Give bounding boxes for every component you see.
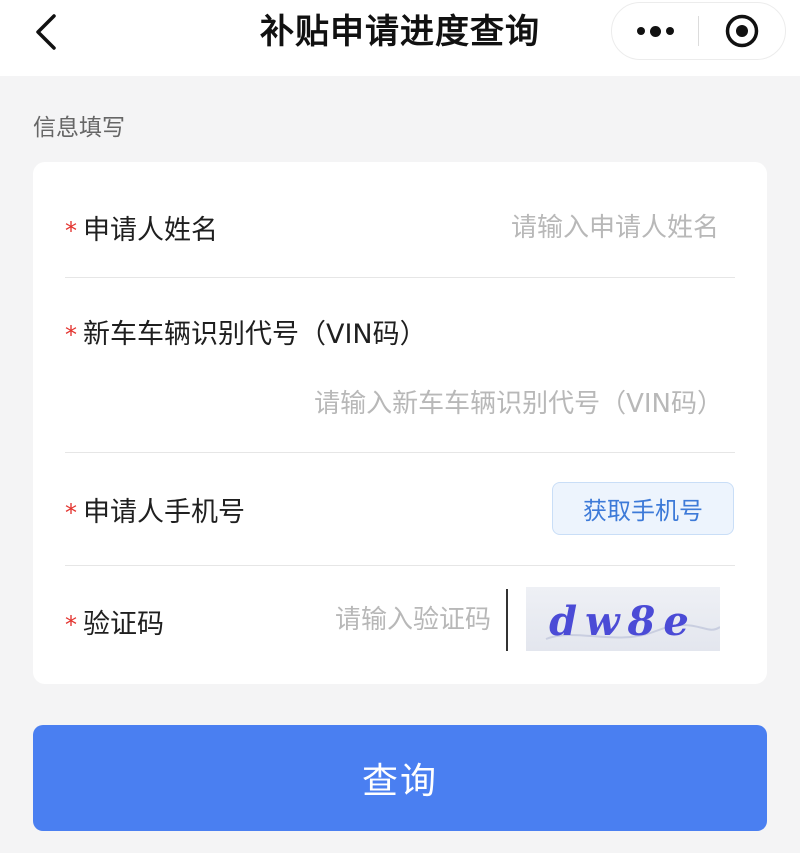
close-mini-program-button[interactable] — [699, 3, 785, 59]
name-label-text: 申请人姓名 — [83, 215, 218, 246]
row-divider — [65, 277, 735, 278]
vin-label-text: 新车车辆识别代号（VIN码） — [83, 319, 427, 350]
captcha-text: dw8e — [549, 598, 697, 645]
navigation-bar: 补贴申请进度查询 — [0, 0, 800, 76]
vin-field-label: * 新车车辆识别代号（VIN码） — [65, 312, 427, 351]
section-label: 信息填写 — [33, 115, 125, 141]
phone-label-text: 申请人手机号 — [83, 497, 245, 528]
captcha-field-label: * 验证码 — [65, 602, 164, 641]
captcha-input[interactable] — [273, 598, 491, 642]
required-mark: * — [65, 611, 77, 639]
required-mark: * — [65, 499, 77, 527]
mini-program-capsule — [611, 2, 786, 60]
query-button[interactable]: 查询 — [33, 725, 767, 831]
captcha-text-graphic: dw8e — [545, 598, 720, 645]
vin-input[interactable] — [193, 382, 723, 426]
captcha-image[interactable]: dw8e — [526, 587, 720, 651]
captcha-label-text: 验证码 — [83, 609, 164, 640]
more-dots-icon — [636, 25, 674, 37]
required-mark: * — [65, 217, 77, 245]
required-mark: * — [65, 321, 77, 349]
applicant-name-input[interactable] — [333, 206, 719, 250]
get-phone-number-button[interactable]: 获取手机号 — [552, 482, 734, 535]
form-card: *申请人姓名 *新车车辆识别代号（VIN码） *申请人手机号 获取手机号 *验证… — [33, 162, 767, 684]
row-divider — [65, 565, 735, 566]
more-button[interactable] — [612, 3, 698, 59]
row-divider — [65, 452, 735, 453]
captcha-separator — [506, 589, 508, 651]
target-circle-icon — [725, 14, 759, 48]
name-field-label: * 申请人姓名 — [65, 208, 218, 247]
phone-field-label: * 申请人手机号 — [65, 490, 245, 529]
